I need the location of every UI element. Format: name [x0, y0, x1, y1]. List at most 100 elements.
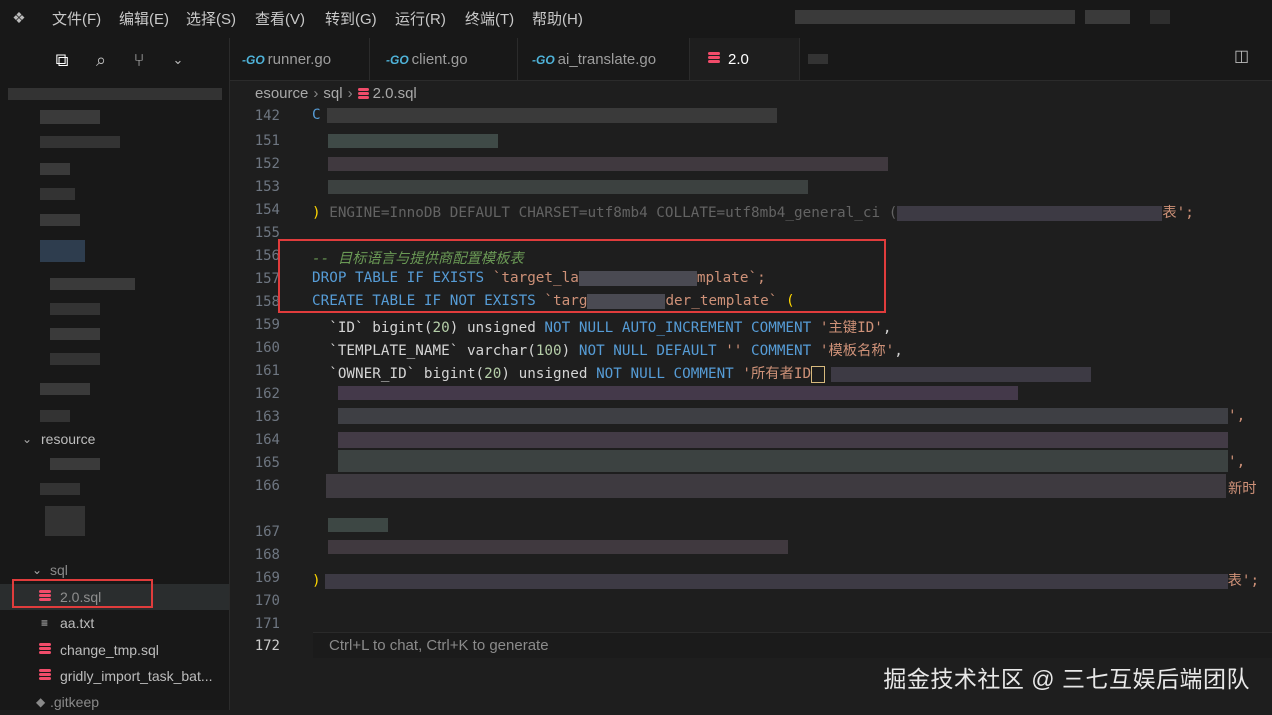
code-token: ) unsigned — [449, 320, 545, 336]
redacted-code — [897, 205, 1163, 221]
breadcrumb-item[interactable]: 2.0.sql — [373, 85, 417, 102]
redacted-tree-row — [40, 383, 90, 395]
menu-terminal[interactable]: 终端(T) — [465, 0, 514, 38]
code-token: 表'; — [1162, 205, 1194, 221]
split-editor-icon[interactable]: ◫ — [1234, 48, 1252, 66]
breadcrumb: esource › sql › 2.0.sql — [255, 83, 417, 105]
line-number: 167 — [254, 524, 280, 540]
code-token: NOT NULL DEFAULT — [578, 343, 726, 359]
code-token: ) — [312, 573, 321, 589]
go-file-icon: -GO — [386, 53, 409, 67]
file-gridly-import-sql[interactable]: gridly_import_task_bat... — [0, 663, 229, 689]
explorer-files-icon[interactable]: ⧉ — [50, 48, 74, 72]
chevron-right-icon: › — [347, 85, 353, 102]
menu-run[interactable]: 运行(R) — [395, 0, 446, 38]
code-token: ) — [561, 343, 579, 359]
code-line: ) ENGINE=InnoDB DEFAULT CHARSET=utf8mb4 … — [312, 201, 1194, 222]
code-line: `OWNER_ID` bigint(20) unsigned NOT NULL … — [312, 362, 1092, 383]
code-token: ', — [1228, 408, 1246, 424]
explorer-sidebar: ⧉ ⌕ ⑂ ⌄ ⌄ resource ⌄ sql 2.0.sql ≡ aa.tx… — [0, 38, 230, 710]
line-number: 164 — [254, 432, 280, 448]
inline-chat-hint[interactable]: Ctrl+L to chat, Ctrl+K to generate — [313, 632, 1272, 658]
line-number: 159 — [254, 317, 280, 333]
line-number: 168 — [254, 547, 280, 563]
breadcrumb-item[interactable]: esource — [255, 85, 308, 102]
redacted-tree-row — [50, 458, 100, 470]
text-cursor — [811, 365, 826, 383]
code-line: ', — [1228, 408, 1245, 424]
redacted-tree-row — [50, 303, 100, 315]
code-token: '' — [725, 343, 743, 359]
redacted-tree-row — [8, 88, 222, 100]
line-number: 158 — [254, 294, 280, 310]
folder-resource[interactable]: ⌄ resource — [0, 426, 229, 452]
file-change-tmp-sql[interactable]: change_tmp.sql — [0, 637, 229, 663]
chevron-right-icon: › — [313, 85, 319, 102]
tab-2.0-sql[interactable]: 2.0 — [690, 38, 800, 80]
tab-label: client.go — [411, 51, 468, 68]
file-gitkeep[interactable]: ◆ .gitkeep — [0, 689, 229, 715]
code-token: , — [882, 320, 892, 336]
tab-runner-go[interactable]: -GO runner.go — [230, 38, 370, 80]
redacted-tab — [808, 54, 828, 64]
code-token: , — [894, 343, 903, 359]
line-number: 151 — [254, 133, 280, 149]
redacted-tree-row — [40, 410, 70, 422]
code-token: 20 — [484, 366, 502, 382]
menu-edit[interactable]: 编辑(E) — [119, 0, 169, 38]
line-number: 165 — [254, 455, 280, 471]
code-line: 新时 — [1228, 477, 1257, 498]
code-token: `ID` bigint( — [329, 320, 433, 336]
window-title-redacted — [1085, 10, 1130, 24]
menu-view[interactable]: 查看(V) — [255, 0, 305, 38]
menu-help[interactable]: 帮助(H) — [532, 0, 583, 38]
chevron-down-icon[interactable]: ⌄ — [166, 48, 190, 72]
menu-bar: ❖ 文件(F) 编辑(E) 选择(S) 查看(V) 转到(G) 运行(R) 终端… — [0, 0, 1272, 38]
code-token: '模板名称' — [819, 343, 895, 359]
code-token: 100 — [535, 343, 562, 359]
line-number: 155 — [254, 225, 280, 241]
database-icon — [357, 87, 369, 101]
editor-tab-bar: -GO runner.go -GO client.go -GO ai_translat… — [230, 38, 1272, 81]
redacted-tree-row — [40, 136, 120, 148]
code-token: '主键ID' — [819, 320, 883, 336]
code-token: 20 — [432, 320, 450, 336]
line-number: 171 — [254, 616, 280, 632]
line-number: 166 — [254, 478, 280, 494]
tab-ai-translate-go[interactable]: -GO ai_translate.go — [518, 38, 690, 80]
tab-label: runner.go — [267, 51, 332, 68]
watermark: 掘金技术社区 @ 三七互娱后端团队 — [883, 666, 1250, 692]
line-number: 153 — [254, 179, 280, 195]
menu-file[interactable]: 文件(F) — [52, 0, 101, 38]
line-number: 161 — [254, 363, 280, 379]
file-label: gridly_import_task_bat... — [60, 668, 213, 684]
code-token: 新时 — [1228, 481, 1257, 497]
line-number: 154 — [254, 202, 280, 218]
tab-client-go[interactable]: -GO client.go — [370, 38, 518, 80]
chevron-down-icon: ⌄ — [21, 432, 33, 446]
menu-selection[interactable]: 选择(S) — [186, 0, 236, 38]
line-number: 142 — [254, 108, 280, 124]
line-number: 157 — [254, 271, 280, 287]
code-editor[interactable]: 142 151 152 153 154 155 156 157 158 159 … — [230, 106, 1272, 710]
breadcrumb-item[interactable]: sql — [323, 85, 342, 102]
tab-label: ai_translate.go — [557, 51, 657, 68]
code-line: ', — [1228, 454, 1245, 470]
code-line: `ID` bigint(20) unsigned NOT NULL AUTO_I… — [312, 316, 892, 337]
file-aa-txt[interactable]: ≡ aa.txt — [0, 610, 229, 636]
source-control-icon[interactable]: ⑂ — [127, 48, 151, 72]
redacted-tree-row — [40, 188, 75, 200]
redacted-tree-row — [40, 110, 100, 124]
redacted-tree-row — [50, 278, 135, 290]
line-number: 163 — [254, 409, 280, 425]
database-icon — [708, 52, 720, 66]
app-logo-icon[interactable]: ❖ — [10, 10, 28, 28]
line-number: 169 — [254, 570, 280, 586]
redacted-code — [326, 107, 777, 123]
redacted-tree-row — [50, 328, 100, 340]
line-number: 152 — [254, 156, 280, 172]
search-icon[interactable]: ⌕ — [89, 48, 113, 72]
redacted-tree-row — [40, 163, 70, 175]
menu-go[interactable]: 转到(G) — [325, 0, 377, 38]
database-icon — [39, 643, 51, 657]
